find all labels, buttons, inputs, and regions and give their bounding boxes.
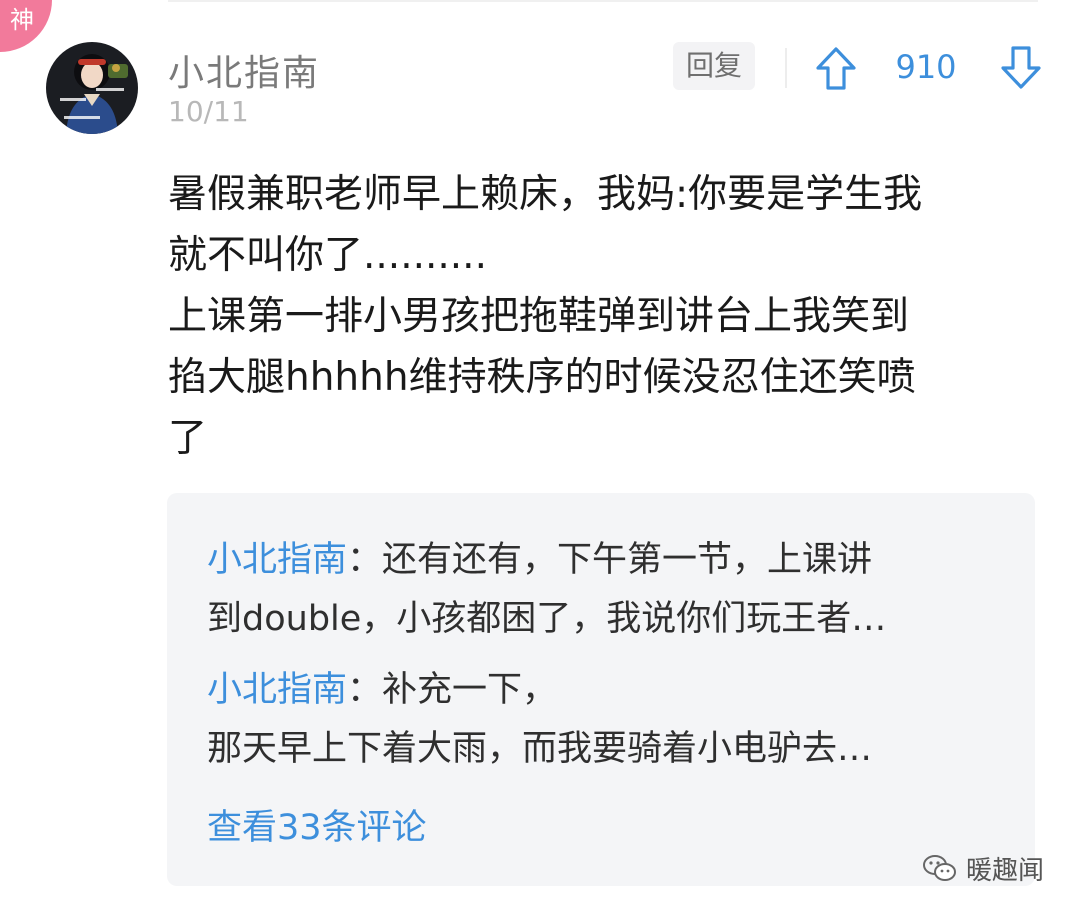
watermark: 暖趣闻: [922, 848, 1044, 888]
reply-item[interactable]: 小北指南：补充一下， 那天早上下着大雨，而我要骑着小电驴去…: [207, 661, 1007, 779]
avatar-image: [46, 42, 138, 134]
reply-author[interactable]: 小北指南: [207, 670, 347, 710]
reply-separator: ：: [347, 670, 383, 710]
reply-text: 补充一下，: [382, 670, 558, 710]
top-divider: [168, 0, 1038, 2]
downvote-icon[interactable]: [1000, 44, 1042, 90]
view-more-comments-link[interactable]: 查看33条评论: [207, 799, 427, 850]
reply-text: 还有还有，下午第一节，上课讲: [382, 540, 873, 580]
reply-text-continued: 那天早上下着大雨，而我要骑着小电驴去…: [207, 729, 873, 769]
reply-line: 小北指南：补充一下，: [207, 661, 1007, 720]
comment-paragraph: 上课第一排小男孩把拖鞋弹到讲台上我笑到 掐大腿hhhhh维持秩序的时候没忍住还笑…: [168, 294, 916, 461]
comment-body: 暑假兼职老师早上赖床，我妈:你要是学生我 就不叫你了.......... 上课第…: [168, 164, 1028, 469]
reply-separator: ：: [347, 540, 383, 580]
reply-button[interactable]: 回复: [673, 42, 755, 90]
reply-line: 小北指南：还有还有，下午第一节，上课讲: [207, 531, 1007, 590]
god-comment-badge: 神: [0, 0, 52, 52]
reply-author[interactable]: 小北指南: [207, 540, 347, 580]
comment-author-name[interactable]: 小北指南: [168, 44, 320, 96]
upvote-icon[interactable]: [815, 46, 857, 92]
reply-text-continued: 到double，小孩都困了，我说你们玩王者…: [207, 599, 887, 639]
comment-page: 神 小北指南 10/11 回复 910 暑假兼职老师早上赖床，我妈:你要是学生我…: [0, 0, 1080, 914]
replies-box: 小北指南：还有还有，下午第一节，上课讲 到double，小孩都困了，我说你们玩王…: [167, 493, 1035, 886]
reply-item[interactable]: 小北指南：还有还有，下午第一节，上课讲 到double，小孩都困了，我说你们玩王…: [207, 531, 1007, 649]
avatar[interactable]: [46, 42, 138, 134]
vote-count: 910: [895, 48, 957, 86]
comment-paragraph: 暑假兼职老师早上赖床，我妈:你要是学生我 就不叫你了..........: [168, 172, 923, 278]
watermark-text: 暖趣闻: [966, 855, 1045, 886]
comment-date: 10/11: [168, 95, 249, 128]
action-divider: [785, 48, 787, 88]
wechat-logo-icon: [923, 855, 956, 881]
